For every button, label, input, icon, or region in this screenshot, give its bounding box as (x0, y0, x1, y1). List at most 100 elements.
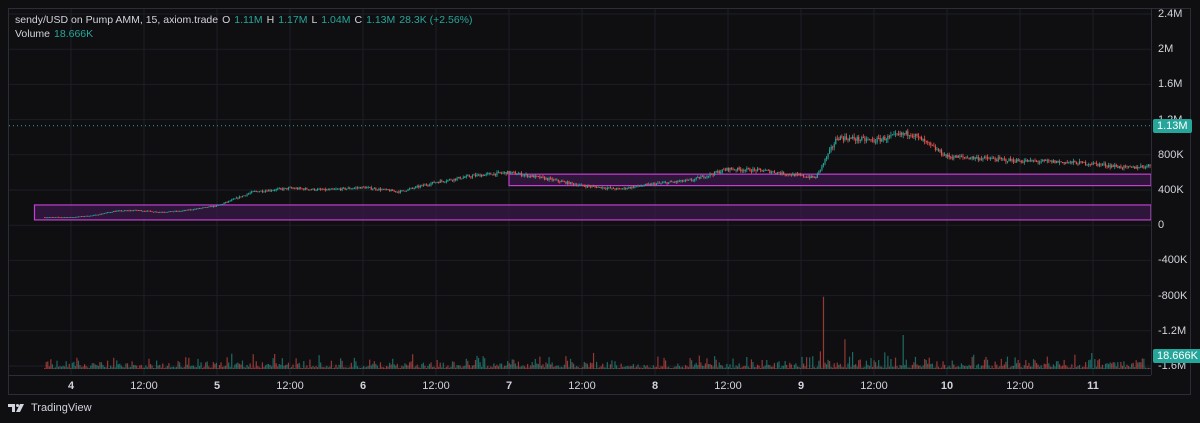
volume-bar (953, 364, 955, 369)
volume-bar (441, 367, 443, 369)
volume-bar (703, 366, 705, 369)
volume-bar (677, 363, 679, 369)
candle-body (1014, 161, 1016, 163)
candle-body (431, 181, 434, 184)
candle-body (329, 189, 331, 190)
volume-bar (916, 364, 918, 369)
close-value: 1.13M (366, 14, 396, 26)
candle-body (459, 177, 461, 179)
candle-body (1031, 159, 1033, 162)
candle-body (415, 186, 417, 189)
tradingview-brand[interactable]: TradingView (8, 402, 92, 414)
candle-body (186, 209, 188, 211)
candle-body (206, 207, 208, 208)
volume-bar (726, 363, 728, 369)
candle-body (280, 188, 282, 190)
candle-body (425, 184, 428, 186)
volume-bar (632, 364, 634, 369)
candle-body (208, 206, 210, 208)
candle-body (735, 169, 737, 171)
candle-body (454, 178, 457, 180)
candle-body (902, 133, 904, 135)
candle-body (852, 136, 854, 138)
candle-body (753, 168, 756, 170)
volume-bar (773, 363, 776, 369)
volume-bar (985, 356, 987, 369)
candle-body (258, 191, 260, 193)
candle-body (1078, 161, 1081, 165)
volume-bar (855, 364, 857, 369)
symbol-title[interactable]: sendy/USD on Pump AMM, 15, axiom.trade (15, 13, 218, 27)
candle-body (994, 158, 996, 160)
volume-bar (813, 367, 815, 369)
candle-body (465, 175, 467, 178)
candle-body (267, 190, 270, 192)
volume-bar (461, 367, 463, 369)
candle-body (672, 181, 674, 183)
volume-bar (379, 362, 382, 369)
candle-body (376, 189, 378, 191)
volume-bar (591, 363, 593, 369)
volume-bar (868, 366, 871, 369)
volume-bar (638, 367, 641, 369)
volume-bar (525, 367, 527, 369)
candle-body (200, 208, 202, 209)
volume-bar (74, 366, 76, 369)
volume-bar (454, 367, 457, 369)
time-axis[interactable]: 4 12:00 5 12:00 6 12:00 7 12:00 8 12:00 9 12:00 10 12… (9, 375, 1151, 396)
chart-pane[interactable]: sendy/USD on Pump AMM, 15, axiom.trade O… (9, 9, 1200, 375)
volume-bar (764, 365, 766, 369)
candle-body (979, 158, 981, 160)
volume-bar (57, 366, 60, 369)
volume-bar (738, 363, 740, 369)
candle-body (674, 181, 676, 183)
candle-body (793, 173, 795, 177)
volume-bar (986, 359, 989, 369)
volume-bar (131, 361, 133, 369)
volume-bar (936, 361, 938, 369)
volume-bar (635, 366, 638, 369)
candle-body (298, 187, 300, 190)
price-axis[interactable]: 2.4M2M1.6M1.2M800K400K0-400K-800K-1.2M-1… (1151, 8, 1200, 375)
volume-bar (1003, 364, 1005, 369)
candle-body (798, 174, 800, 176)
volume-bar (500, 363, 503, 369)
candle-body (970, 158, 972, 160)
candle-body (655, 183, 657, 185)
candle-body (562, 181, 564, 182)
volume-bar (760, 367, 762, 369)
candle-body (537, 176, 539, 177)
candle-body (1049, 160, 1051, 162)
volume-bar (786, 365, 788, 369)
candle-body (664, 182, 667, 184)
volume-bar (401, 365, 403, 369)
candle-body (588, 185, 590, 187)
time-tick-hour: 12:00 (130, 380, 158, 392)
volume-bar (960, 363, 963, 369)
volume-bar (592, 352, 595, 369)
candle-body (775, 172, 777, 174)
volume-bar (787, 367, 789, 369)
volume-bar (608, 367, 610, 369)
candle-body (214, 206, 216, 207)
candle-body (520, 172, 523, 176)
candle-body (654, 183, 656, 185)
candle-body (398, 191, 400, 193)
volume-bar (631, 366, 633, 369)
candle-body (571, 182, 573, 184)
volume-bar (1118, 367, 1120, 369)
volume-bar (54, 367, 57, 369)
candle-body (108, 212, 110, 214)
price-chart[interactable] (9, 9, 1200, 375)
volume-label[interactable]: Volume (15, 27, 50, 41)
candle-body (48, 217, 50, 219)
volume-bar (508, 363, 510, 369)
candle-body (436, 182, 438, 184)
volume-bar (485, 367, 487, 369)
volume-bar (977, 363, 979, 369)
volume-bar (692, 366, 694, 369)
candle-body (136, 209, 138, 211)
candle-body (235, 197, 237, 199)
candle-body (287, 187, 290, 190)
candle-body (864, 137, 866, 141)
